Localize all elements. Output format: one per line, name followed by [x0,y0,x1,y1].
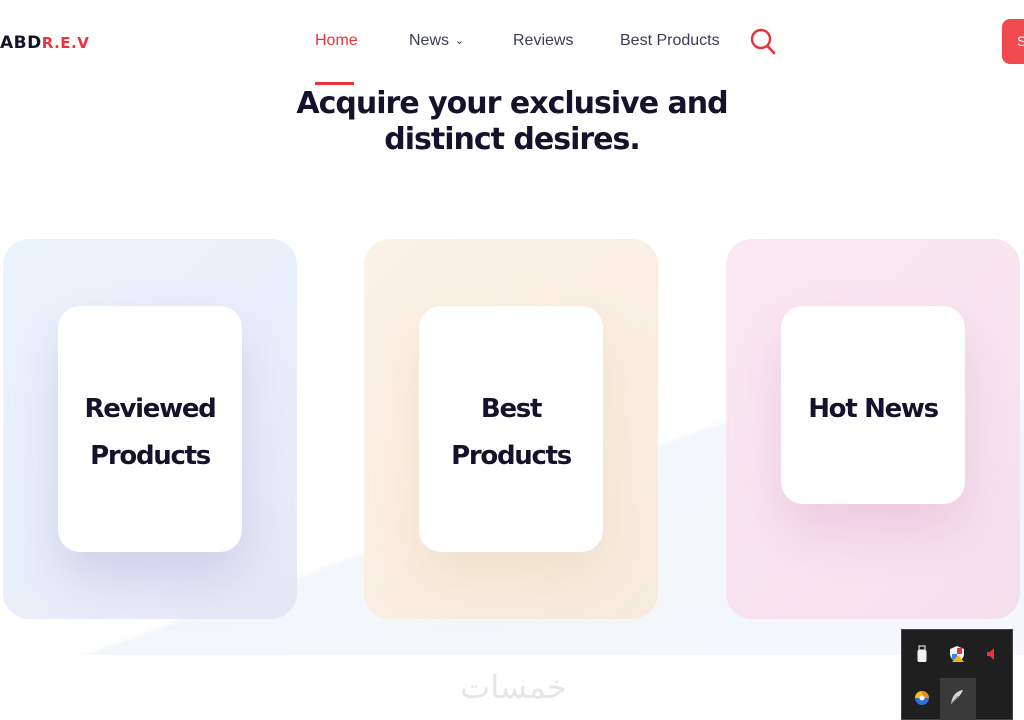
logo-text-accent: R.E.V [41,34,90,52]
color-picker-icon[interactable] [913,689,931,707]
site-logo[interactable]: ABDR.E.V [0,33,89,53]
watermark-logo: خمسات [460,668,567,706]
nav-home[interactable]: Home [315,32,358,50]
feather-pen-icon[interactable] [948,688,966,706]
speaker-muted-icon[interactable] [984,645,1002,663]
nav-reviews[interactable]: Reviews [513,32,573,50]
card-best-products[interactable]: Best Products [364,239,658,619]
card-inner: Reviewed Products [58,306,242,552]
usb-drive-icon[interactable] [913,645,931,663]
card-title: Best Products [451,394,572,471]
cta-button[interactable]: S [1002,19,1024,64]
logo-text-main: ABD [0,33,42,53]
search-icon[interactable] [750,28,776,56]
nav-news-label: News [409,32,450,49]
card-inner: Best Products [419,306,603,552]
nav-best-products[interactable]: Best Products [620,32,720,50]
system-tray-popup [901,629,1013,720]
nav-news[interactable]: News ⌄ [409,32,464,50]
card-title: Reviewed Products [84,394,216,471]
site-header: ABDR.E.V Home News ⌄ Reviews Best Product… [0,0,1024,85]
hero-title: Acquire your exclusive and distinct desi… [296,86,728,157]
security-shield-icon[interactable] [948,645,966,663]
nav-active-indicator [315,82,354,85]
card-inner: Hot News [781,306,965,504]
chevron-down-icon: ⌄ [455,35,465,47]
card-hot-news[interactable]: Hot News [726,239,1020,619]
card-title: Hot News [808,394,939,424]
card-reviewed-products[interactable]: Reviewed Products [3,239,297,619]
